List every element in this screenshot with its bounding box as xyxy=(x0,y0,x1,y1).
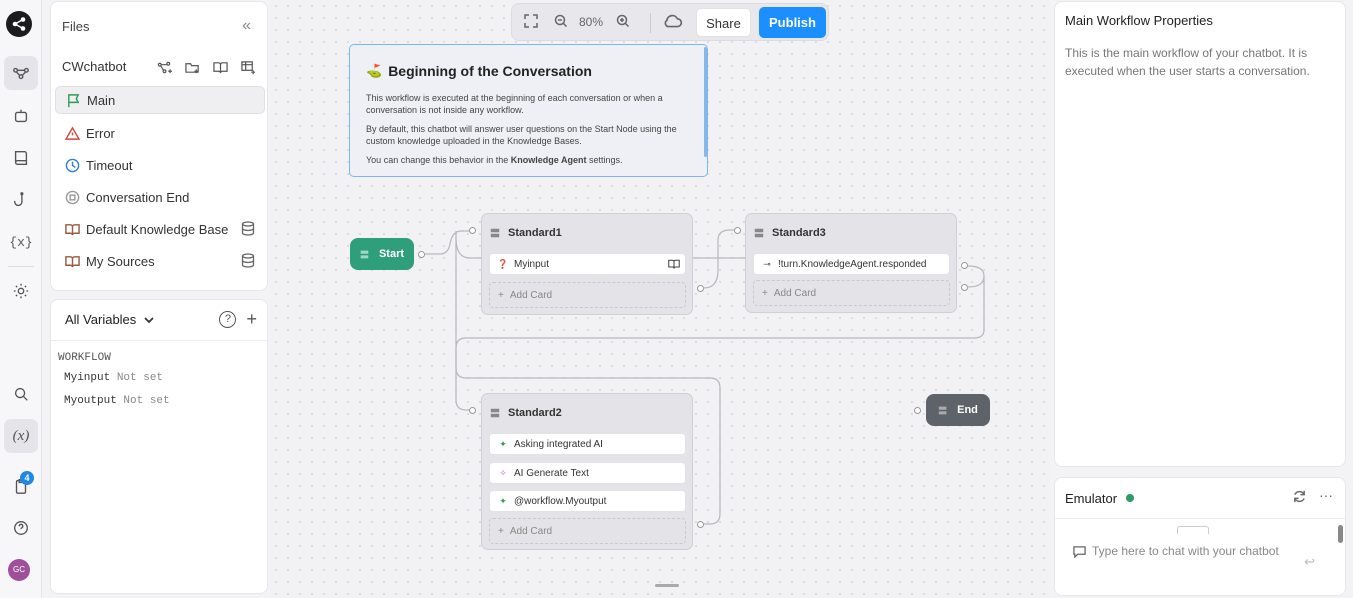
add-card-button[interactable]: + Add Card xyxy=(489,282,686,308)
card-label: Asking integrated AI xyxy=(514,438,603,450)
start-output-port[interactable] xyxy=(418,251,425,258)
end-node[interactable]: 〓 End xyxy=(926,394,990,426)
end-input-port[interactable] xyxy=(914,407,921,414)
grip-icon: 〓 xyxy=(490,409,500,420)
start-label: Start xyxy=(378,248,405,260)
node-title: Standard3 xyxy=(772,226,826,239)
card-label: @workflow.Myoutput xyxy=(514,495,607,507)
sparkle-icon: ✧ xyxy=(499,467,507,478)
card-ai-generate-text[interactable]: ✧ AI Generate Text xyxy=(489,462,686,484)
grip-icon: 〓 xyxy=(754,229,764,240)
canvas-toolbar: 80% Share Publish xyxy=(511,3,829,41)
emulator-title: Emulator xyxy=(1065,491,1118,506)
node-title: Standard2 xyxy=(508,406,562,419)
chat-placeholder: Type here to chat with your chatbot xyxy=(1092,544,1279,558)
grip-icon: 〓 xyxy=(490,229,500,240)
node-standard3[interactable]: 〓 Standard3 ⊸ !turn.KnowledgeAgent.respon… xyxy=(745,213,957,313)
grip-icon: 〓 xyxy=(359,249,369,260)
grip-icon: 〓 xyxy=(938,405,948,416)
card-myinput[interactable]: ❓ Myinput xyxy=(489,253,686,275)
add-card-button[interactable]: + Add Card xyxy=(489,518,686,544)
condition-icon: ⊸ xyxy=(763,258,771,269)
share-button[interactable]: Share xyxy=(696,8,751,37)
cloud-icon[interactable] xyxy=(663,13,683,32)
standard3-input-port[interactable] xyxy=(734,227,741,234)
ear-icon: ❓ xyxy=(497,258,509,269)
intro-scrollbar[interactable] xyxy=(704,47,707,157)
standard3-true-port[interactable] xyxy=(961,262,968,269)
zoom-level: 80% xyxy=(579,15,604,29)
send-icon[interactable]: ↩ xyxy=(1304,554,1315,570)
end-label: End xyxy=(957,404,978,416)
chat-bubble-icon xyxy=(1073,545,1086,558)
card-workflow-myoutput[interactable]: ✦ @workflow.Myoutput xyxy=(489,490,686,512)
properties-title: Main Workflow Properties xyxy=(1065,13,1213,28)
node-standard1[interactable]: 〓 Standard1 ❓ Myinput + Add Card xyxy=(481,213,693,315)
zoom-in-icon[interactable] xyxy=(616,14,630,31)
intro-paragraph: You can change this behavior in the Know… xyxy=(366,155,623,165)
card-label: AI Generate Text xyxy=(514,467,589,479)
standard1-output-port[interactable] xyxy=(697,285,704,292)
emulator-scrollbar[interactable] xyxy=(1338,525,1343,543)
card-asking-integrated-ai[interactable]: ✦ Asking integrated AI xyxy=(489,433,686,455)
intro-paragraph: By default, this chatbot will answer use… xyxy=(366,124,677,146)
publish-button[interactable]: Publish xyxy=(759,7,826,38)
ai-icon: ✦ xyxy=(499,495,507,506)
refresh-icon[interactable] xyxy=(1292,489,1307,507)
fit-view-icon[interactable] xyxy=(524,14,538,31)
start-node[interactable]: 〓 Start xyxy=(350,238,414,270)
node-standard2[interactable]: 〓 Standard2 ✦ Asking integrated AI ✧ AI G… xyxy=(481,393,693,550)
emulator-tab-indicator xyxy=(1177,526,1209,534)
standard2-output-port[interactable] xyxy=(697,521,704,528)
canvas-resize-handle[interactable] xyxy=(655,584,679,587)
ai-icon: ✦ xyxy=(499,438,507,449)
chat-input[interactable]: Type here to chat with your chatbot xyxy=(1073,544,1279,558)
more-options-icon[interactable]: ··· xyxy=(1319,488,1333,507)
card-knowledge-agent-responded[interactable]: ⊸ !turn.KnowledgeAgent.responded xyxy=(753,253,950,275)
intro-note-card[interactable]: ⛳ Beginning of the Conversation This wor… xyxy=(349,44,708,177)
node-title: Standard1 xyxy=(508,226,562,239)
intro-paragraph: This workflow is executed at the beginni… xyxy=(366,93,663,115)
card-label: Myinput xyxy=(514,258,550,270)
add-card-button[interactable]: + Add Card xyxy=(753,280,950,306)
standard2-input-port[interactable] xyxy=(469,407,476,414)
standard1-input-port[interactable] xyxy=(469,227,476,234)
card-label: !turn.KnowledgeAgent.responded xyxy=(778,258,927,270)
standard3-false-port[interactable] xyxy=(961,284,968,291)
properties-panel: Main Workflow Properties This is the mai… xyxy=(1054,1,1346,467)
intro-title: Beginning of the Conversation xyxy=(388,63,592,79)
emulator-panel: Emulator ··· Type here to chat with your… xyxy=(1054,477,1346,596)
book-icon xyxy=(668,258,680,273)
zoom-out-icon[interactable] xyxy=(554,14,568,31)
emulator-status-dot xyxy=(1126,494,1134,502)
flag-emoji-icon: ⛳ xyxy=(366,63,383,78)
properties-description: This is the main workflow of your chatbo… xyxy=(1065,46,1310,78)
